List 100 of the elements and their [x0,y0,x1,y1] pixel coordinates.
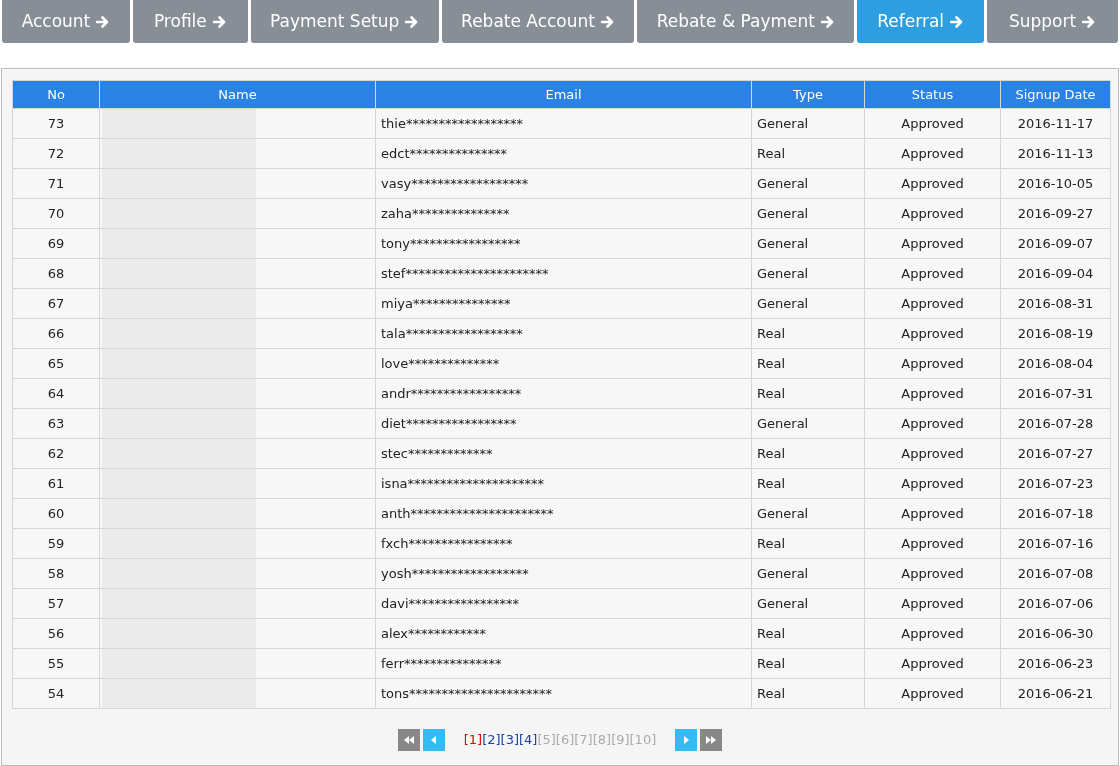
table-cell: Real [751,318,865,349]
table-cell: General [751,168,865,199]
table-cell: 2016-06-21 [1000,678,1111,709]
table-cell: 60 [12,498,100,529]
table-cell: Approved [864,588,1001,619]
page-link[interactable]: [3] [500,730,519,750]
table-cell: 2016-11-13 [1000,138,1111,169]
table-cell: fxch**************** [375,528,752,559]
table-cell: 2016-07-08 [1000,558,1111,589]
nav-tab[interactable]: Support [987,0,1118,43]
table-cell: 2016-08-04 [1000,348,1111,379]
table-cell: Approved [864,528,1001,559]
first-page-icon [403,736,414,744]
table-cell: edct*************** [375,138,752,169]
table-cell: miya*************** [375,288,752,319]
right-arrow-icon [600,14,615,29]
column-header: Email [375,80,752,109]
column-header: Signup Date [1000,80,1111,109]
table-cell: 70 [12,198,100,229]
table-cell: Approved [864,318,1001,349]
table-cell: Approved [864,258,1001,289]
table-cell: Real [751,528,865,559]
table-cell: 2016-08-31 [1000,288,1111,319]
table-cell: davi***************** [375,588,752,619]
table-cell: stec************* [375,438,752,469]
table-cell: 2016-07-27 [1000,438,1111,469]
table-cell: General [751,588,865,619]
table-cell: yosh****************** [375,558,752,589]
table-cell: 62 [12,438,100,469]
table-cell: General [751,258,865,289]
nav-tab[interactable]: Payment Setup [250,0,439,43]
table-cell: 2016-09-07 [1000,228,1111,259]
last-page-button[interactable] [700,729,723,751]
table-cell: thie****************** [375,108,752,139]
page-link[interactable]: [4] [519,730,538,750]
previous-page-button[interactable] [422,729,445,751]
column-header: Name [99,80,376,109]
nav-tab[interactable]: Rebate & Payment [637,0,855,43]
table-cell: 73 [12,108,100,139]
table-cell: Approved [864,678,1001,709]
table-cell: 2016-07-18 [1000,498,1111,529]
column-header: Type [751,80,865,109]
table-cell: Approved [864,228,1001,259]
last-page-icon [706,736,717,744]
table-cell: 2016-06-30 [1000,618,1111,649]
right-arrow-icon [950,14,965,29]
table-cell: Real [751,138,865,169]
table-cell: Approved [864,438,1001,469]
table-cell: 2016-07-31 [1000,378,1111,409]
table-cell: Approved [864,558,1001,589]
table-cell: 2016-10-05 [1000,168,1111,199]
table-cell: 2016-09-27 [1000,198,1111,229]
table-cell: 68 [12,258,100,289]
table-cell: ferr*************** [375,648,752,679]
table-cell: 2016-07-16 [1000,528,1111,559]
table-cell: Real [751,648,865,679]
nav-tab[interactable]: Referral [857,0,985,43]
table-cell: stef********************** [375,258,752,289]
next-page-button[interactable] [675,729,698,751]
table-cell: tons********************** [375,678,752,709]
table-cell: 69 [12,228,100,259]
table-cell: diet***************** [375,408,752,439]
table-cell: 72 [12,138,100,169]
right-arrow-icon [821,14,835,29]
table-cell: 64 [12,378,100,409]
nav-tab[interactable]: Rebate Account [441,0,635,43]
column-header: Status [864,80,1001,109]
page-link[interactable]: [2] [482,730,501,750]
table-cell: andr***************** [375,378,752,409]
table-cell: 2016-07-06 [1000,588,1111,619]
right-arrow-icon [96,14,111,29]
table-cell: 2016-07-23 [1000,468,1111,499]
table-cell: Real [751,678,865,709]
right-arrow-icon [1082,14,1097,29]
table-cell: Approved [864,288,1001,319]
table-cell: 57 [12,588,100,619]
table-cell: anth********************** [375,498,752,529]
table-cell: 55 [12,648,100,679]
table-cell: 59 [12,528,100,559]
table-cell: Real [751,618,865,649]
table-cell: 63 [12,408,100,439]
table-cell: 66 [12,318,100,349]
table-cell: Real [751,378,865,409]
right-arrow-icon [405,14,420,29]
first-page-button[interactable] [397,729,420,751]
table-cell: General [751,498,865,529]
table-cell: zaha*************** [375,198,752,229]
table-cell: Approved [864,138,1001,169]
page-link[interactable]: [1] [463,730,483,750]
nav-tab[interactable]: Profile [132,0,248,43]
table-cell: Approved [864,348,1001,379]
table-cell: Approved [864,498,1001,529]
column-header: No [12,80,100,109]
table-cell: 54 [12,678,100,709]
nav-tab[interactable]: Account [2,0,130,43]
table-cell: Real [751,438,865,469]
table-cell: 2016-07-28 [1000,408,1111,439]
table-cell: 71 [12,168,100,199]
table-cell: Approved [864,198,1001,229]
table-cell: tony***************** [375,228,752,259]
